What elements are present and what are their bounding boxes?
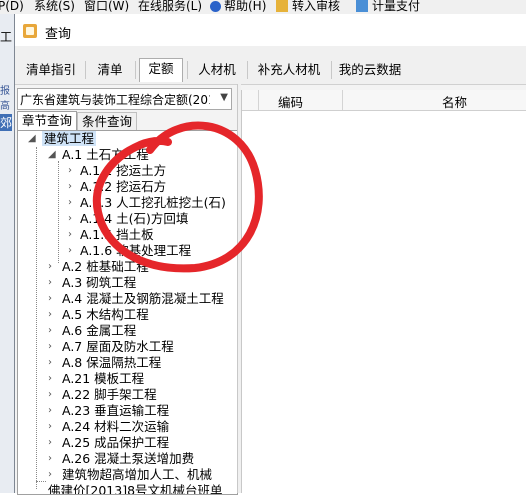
help-icon <box>210 1 221 12</box>
chevron-right-icon[interactable]: › <box>48 259 52 275</box>
tree-chapter[interactable]: A.4 混凝土及钢筋混凝土工程 <box>62 291 224 307</box>
import-review-icon <box>276 0 288 12</box>
grid-header: 编码 名称 <box>242 90 526 111</box>
tab-separator <box>331 61 332 79</box>
chevron-right-icon[interactable]: › <box>48 451 52 467</box>
tree-chapter[interactable]: A.21 模板工程 <box>62 371 144 387</box>
menu-system[interactable]: 系统(S) <box>34 0 75 14</box>
chevron-right-icon[interactable]: › <box>48 403 52 419</box>
tree-connector <box>36 481 46 482</box>
tree-item-super-high[interactable]: 建筑物超高增加人工、机械 <box>62 467 212 483</box>
subtab-condition-query[interactable]: 条件查询 <box>77 112 137 131</box>
grid-col-name[interactable]: 名称 <box>442 92 467 111</box>
chevron-right-icon[interactable]: › <box>48 307 52 323</box>
chevron-right-icon[interactable]: › <box>48 371 52 387</box>
chevron-right-icon[interactable]: › <box>48 435 52 451</box>
chevron-right-icon[interactable]: › <box>48 339 52 355</box>
tree-section[interactable]: A.1.4 土(石)方回填 <box>80 211 188 227</box>
chapter-tree: ◢ 建筑工程 ◢ A.1 土石方工程 › A.1.1 挖运土方 › A.1.2 … <box>17 130 238 495</box>
chevron-right-icon[interactable]: › <box>48 275 52 291</box>
tree-root-label: 建筑工程 <box>42 131 97 146</box>
collapse-icon[interactable]: ◢ <box>28 131 36 147</box>
grid-column-divider[interactable] <box>342 90 343 110</box>
tree-chapter-a1[interactable]: A.1 土石方工程 <box>62 147 149 163</box>
menu-window[interactable]: 窗口(W) <box>84 0 129 14</box>
tree-chapter[interactable]: A.23 垂直运输工程 <box>62 403 169 419</box>
tree-chapter[interactable]: A.2 桩基础工程 <box>62 259 149 275</box>
app-icon <box>23 24 37 38</box>
menu-import-review[interactable]: 转入审核 <box>292 0 340 14</box>
tab-supplementary-lmm[interactable]: 补充人材机 <box>251 60 327 80</box>
chevron-right-icon[interactable]: › <box>48 355 52 371</box>
app-menubar: P(D) 系统(S) 窗口(W) 在线服务(L) 帮助(H) 转入审核 计量支付 <box>0 0 526 14</box>
chevron-right-icon[interactable]: › <box>68 211 72 227</box>
menu-p[interactable]: P(D) <box>0 0 24 14</box>
tree-chapter[interactable]: A.8 保温隔热工程 <box>62 355 161 371</box>
tree-section[interactable]: A.1.2 挖运石方 <box>80 179 166 195</box>
tree-item-foshan-doc[interactable]: 佛建价[2013]8号文机械台班单 <box>48 483 223 494</box>
chevron-right-icon[interactable]: › <box>48 291 52 307</box>
tree-connector <box>36 147 37 489</box>
bg-fragment: 报高 <box>0 86 10 112</box>
menu-online-service[interactable]: 在线服务(L) <box>138 0 202 14</box>
tree-section[interactable]: A.1.1 挖运土方 <box>80 163 166 179</box>
query-tabs: 清单指引 清单 定额 人材机 补充人材机 我的云数据 <box>15 46 526 85</box>
bg-fragment: 郊 <box>0 114 13 131</box>
tab-my-cloud-data[interactable]: 我的云数据 <box>335 60 405 80</box>
tree-section[interactable]: A.1.3 人工挖孔桩挖土(石) <box>80 195 226 211</box>
quota-library-select[interactable]: 广东省建筑与装饰工程综合定额(201 ▼ <box>17 88 232 110</box>
tree-section[interactable]: A.1.6 软基处理工程 <box>80 243 191 259</box>
tab-bill[interactable]: 清单 <box>89 60 131 80</box>
chevron-right-icon[interactable]: › <box>68 179 72 195</box>
chevron-right-icon[interactable]: › <box>48 387 52 403</box>
tab-labor-material-machine[interactable]: 人材机 <box>191 60 243 80</box>
chevron-right-icon[interactable]: › <box>68 195 72 211</box>
chevron-right-icon[interactable]: › <box>48 419 52 435</box>
subtab-chapter-query[interactable]: 章节查询 <box>17 111 77 131</box>
result-grid: 编码 名称 <box>241 90 526 493</box>
tab-quota[interactable]: 定额 <box>139 58 183 82</box>
chevron-right-icon[interactable]: › <box>48 467 52 483</box>
query-dialog: 查询 清单指引 清单 定额 人材机 补充人材机 我的云数据 广东省建筑与装饰工程… <box>14 14 526 495</box>
grid-column-divider[interactable] <box>258 90 259 110</box>
bg-fragment: 工 <box>0 30 13 44</box>
dialog-title: 查询 <box>45 27 72 42</box>
chevron-down-icon[interactable]: ▼ <box>220 92 228 103</box>
tab-separator <box>135 61 136 79</box>
background-sidebar: 工 报高 郊 <box>0 14 15 493</box>
payment-icon <box>356 0 368 12</box>
tree-connector <box>58 161 59 263</box>
chevron-right-icon[interactable]: › <box>68 163 72 179</box>
menu-metering-payment[interactable]: 计量支付 <box>372 0 420 14</box>
tab-separator <box>247 61 248 79</box>
chevron-right-icon[interactable]: › <box>68 227 72 243</box>
tree-chapter[interactable]: A.25 成品保护工程 <box>62 435 169 451</box>
chevron-right-icon[interactable]: › <box>48 323 52 339</box>
tree-chapter[interactable]: A.7 屋面及防水工程 <box>62 339 174 355</box>
collapse-icon[interactable]: ◢ <box>48 147 56 163</box>
tab-separator <box>187 61 188 79</box>
tree-chapter[interactable]: A.24 材料二次运输 <box>62 419 169 435</box>
grid-col-code[interactable]: 编码 <box>278 92 303 111</box>
tree-root[interactable]: 建筑工程 <box>42 131 97 147</box>
tree-chapter[interactable]: A.26 混凝土泵送增加费 <box>62 451 194 467</box>
chevron-right-icon[interactable]: › <box>68 243 72 259</box>
tree-chapter[interactable]: A.3 砌筑工程 <box>62 275 136 291</box>
dialog-titlebar: 查询 <box>15 14 526 46</box>
tab-bill-guide[interactable]: 清单指引 <box>19 60 83 80</box>
tree-chapter[interactable]: A.6 金属工程 <box>62 323 136 339</box>
menu-help[interactable]: 帮助(H) <box>224 0 266 14</box>
tab-separator <box>85 61 86 79</box>
tree-chapter[interactable]: A.22 脚手架工程 <box>62 387 157 403</box>
tree-section[interactable]: A.1.5 挡土板 <box>80 227 154 243</box>
tree-chapter[interactable]: A.5 木结构工程 <box>62 307 149 323</box>
quota-library-value: 广东省建筑与装饰工程综合定额(201 <box>20 93 210 107</box>
